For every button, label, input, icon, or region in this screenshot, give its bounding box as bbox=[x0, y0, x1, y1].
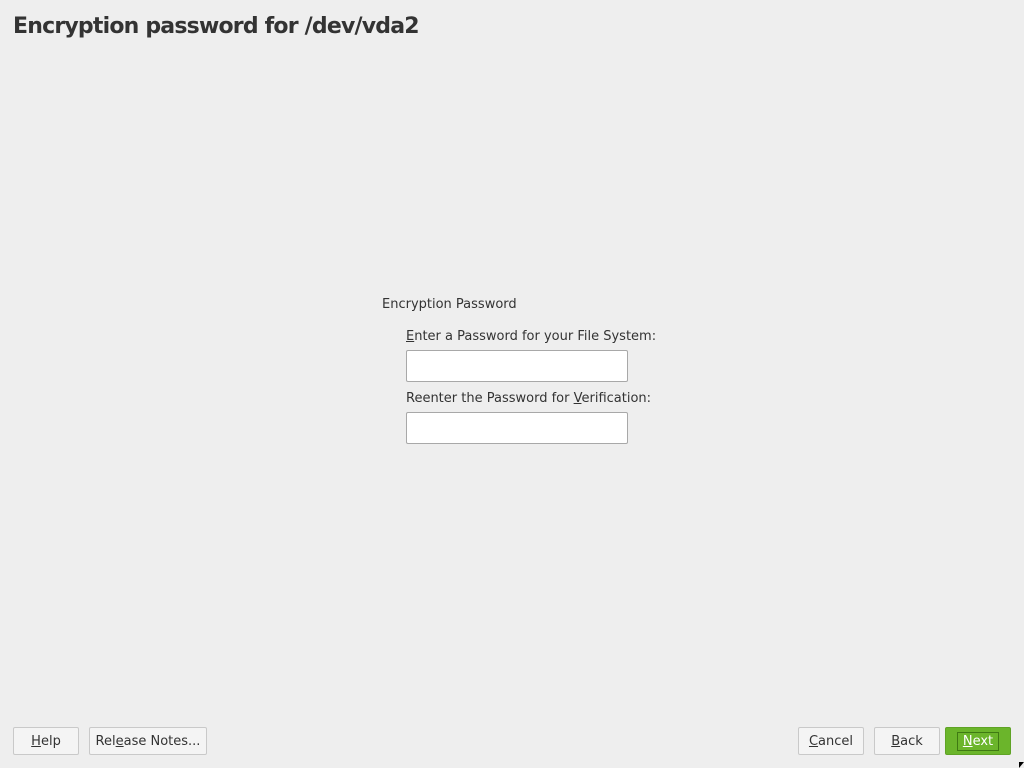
page-title: Encryption password for /dev/vda2 bbox=[13, 14, 420, 39]
verify-password-input[interactable] bbox=[406, 412, 628, 444]
next-button[interactable]: Next bbox=[945, 727, 1011, 755]
back-mnemonic: B bbox=[891, 733, 901, 749]
next-mnemonic: N bbox=[962, 733, 973, 749]
release-notes-button[interactable]: Rel e ase Notes... bbox=[89, 727, 207, 755]
verify-password-label: Reenter the Password for Verification: bbox=[406, 391, 651, 406]
installer-window: Encryption password for /dev/vda2 Encryp… bbox=[0, 0, 1024, 768]
release-notes-mnemonic: e bbox=[115, 733, 124, 749]
password-input[interactable] bbox=[406, 350, 628, 382]
encryption-frame-title: Encryption Password bbox=[382, 297, 517, 312]
release-notes-label-before: Rel bbox=[95, 733, 116, 749]
cancel-button[interactable]: Cancel bbox=[798, 727, 864, 755]
cancel-mnemonic: C bbox=[808, 733, 819, 749]
release-notes-label-after: ase Notes... bbox=[123, 733, 201, 749]
verify-label-text-before: Reenter the Password for bbox=[406, 391, 574, 406]
back-label: ack bbox=[900, 733, 923, 749]
password-label: Enter a Password for your File System: bbox=[406, 329, 656, 344]
cancel-label: ancel bbox=[818, 733, 854, 749]
verify-label-text-after: erification: bbox=[581, 391, 652, 406]
mouse-pointer-icon bbox=[1019, 762, 1024, 768]
next-focus-ring: Next bbox=[956, 731, 1000, 751]
back-button[interactable]: Back bbox=[874, 727, 940, 755]
next-label: ext bbox=[972, 733, 994, 749]
help-mnemonic: H bbox=[31, 733, 41, 749]
help-label: elp bbox=[40, 733, 61, 749]
password-label-text: nter a Password for your File System: bbox=[414, 329, 657, 344]
password-label-mnemonic: E bbox=[406, 329, 415, 344]
help-button[interactable]: Help bbox=[13, 727, 79, 755]
